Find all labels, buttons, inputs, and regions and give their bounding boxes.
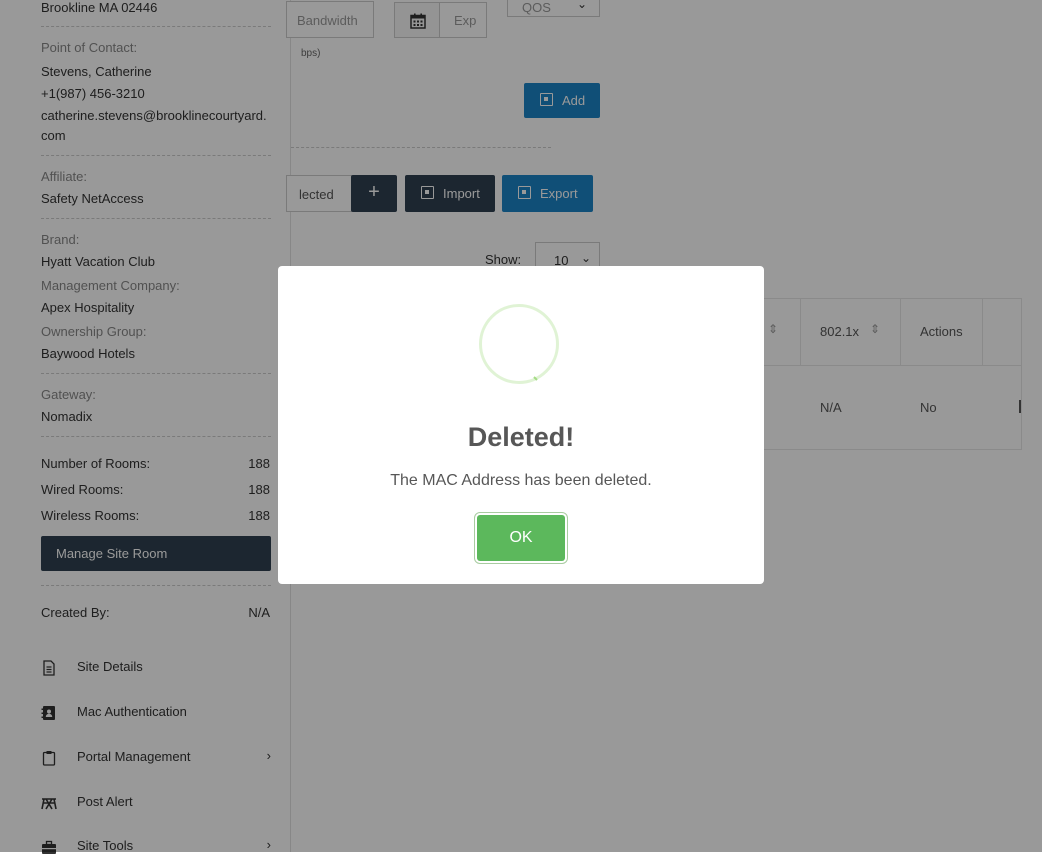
dialog-title: Deleted! — [467, 422, 575, 452]
success-check-icon — [479, 304, 559, 384]
dialog-message: The MAC Address has been deleted. — [390, 472, 652, 489]
ok-button[interactable]: OK — [477, 515, 565, 561]
deleted-dialog: Deleted! The MAC Address has been delete… — [278, 266, 764, 584]
success-check-mark — [533, 376, 538, 381]
